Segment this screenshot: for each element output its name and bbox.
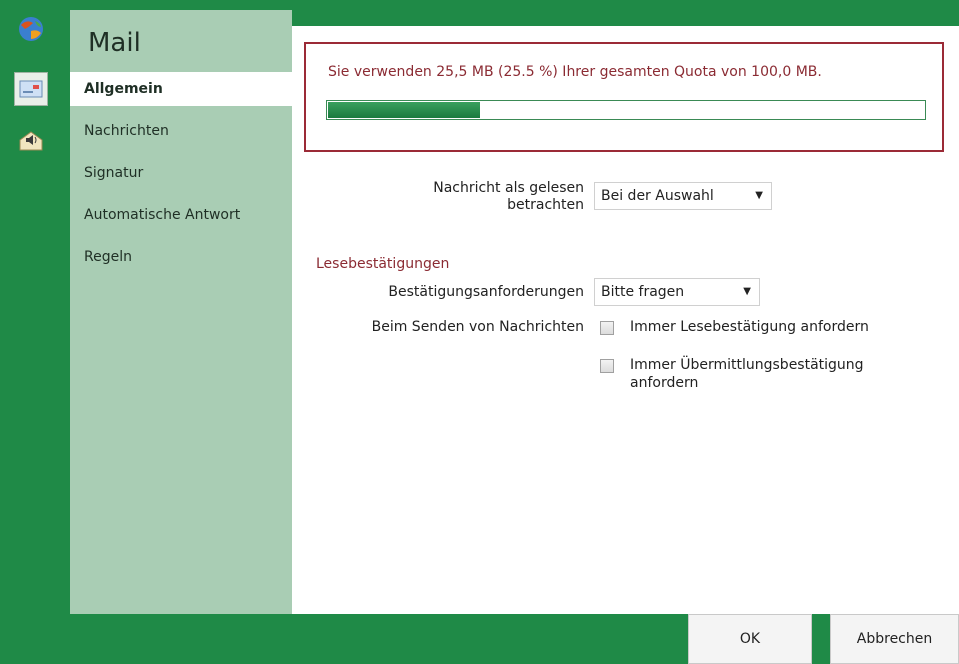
- globe-icon[interactable]: [14, 12, 48, 46]
- mail-settings-icon[interactable]: [14, 72, 48, 106]
- speaker-mail-icon[interactable]: [14, 124, 48, 158]
- mark-read-value: Bei der Auswahl: [601, 188, 714, 204]
- sidebar-item-regeln[interactable]: Regeln: [70, 240, 292, 274]
- mark-read-label: Nachricht als gelesen betrachten: [433, 180, 584, 213]
- section-title-read-receipts: Lesebestätigungen: [316, 256, 450, 272]
- bottom-bar: [0, 614, 959, 664]
- sidebar-item-nachrichten[interactable]: Nachrichten: [70, 114, 292, 148]
- always-delivery-receipt-label: Immer Übermittlungsbestätigung anfordern: [630, 357, 864, 391]
- sidebar-item-signatur[interactable]: Signatur: [70, 156, 292, 190]
- quota-progress-fill: [328, 102, 480, 118]
- sidebar-item-allgemein[interactable]: Allgemein: [70, 72, 292, 106]
- always-delivery-receipt-checkbox[interactable]: [600, 359, 614, 373]
- chevron-down-icon: ▼: [743, 286, 751, 297]
- icon-rail: [0, 10, 70, 614]
- quota-text: Sie verwenden 25,5 MB (25.5 %) Ihrer ges…: [328, 64, 822, 80]
- sending-label: Beim Senden von Nachrichten: [371, 319, 584, 335]
- request-label: Bestätigungsanforderungen: [388, 284, 584, 300]
- request-value: Bitte fragen: [601, 284, 685, 300]
- cancel-button[interactable]: Abbrechen: [830, 614, 959, 664]
- mark-read-select[interactable]: Bei der Auswahl ▼: [594, 182, 772, 210]
- quota-progress-bar: [326, 100, 926, 120]
- always-read-receipt-checkbox[interactable]: [600, 321, 614, 335]
- sidebar-item-automatische-antwort[interactable]: Automatische Antwort: [70, 198, 292, 232]
- chevron-down-icon: ▼: [755, 190, 763, 201]
- request-select[interactable]: Bitte fragen ▼: [594, 278, 760, 306]
- always-delivery-receipt-row: Immer Übermittlungsbestätigung anfordern: [600, 356, 920, 392]
- quota-box: Sie verwenden 25,5 MB (25.5 %) Ihrer ges…: [304, 42, 944, 152]
- sidebar: Mail Allgemein Nachrichten Signatur Auto…: [70, 10, 292, 614]
- always-read-receipt-row: Immer Lesebestätigung anfordern: [600, 318, 869, 336]
- page-title: Mail: [88, 28, 141, 58]
- always-read-receipt-label: Immer Lesebestätigung anfordern: [630, 319, 869, 335]
- ok-button[interactable]: OK: [688, 614, 812, 664]
- main-panel: Sie verwenden 25,5 MB (25.5 %) Ihrer ges…: [292, 26, 959, 614]
- top-bar: [0, 0, 959, 10]
